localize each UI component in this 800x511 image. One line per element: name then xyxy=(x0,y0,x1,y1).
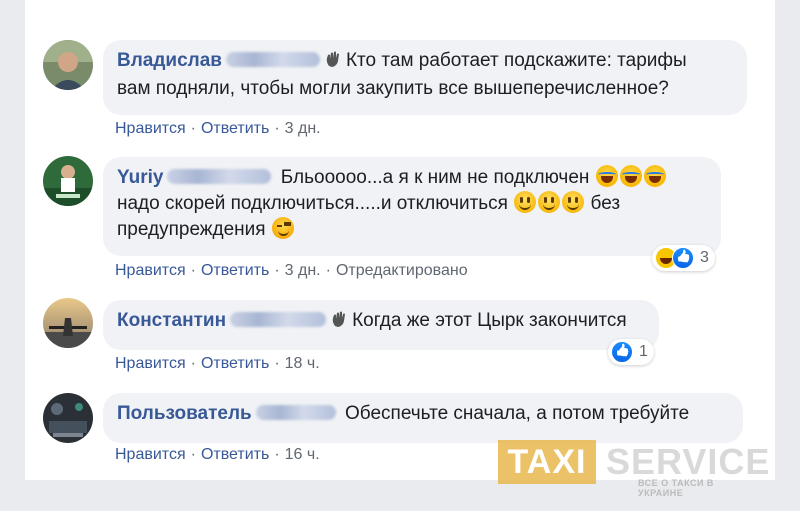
timestamp[interactable]: 3 дн. xyxy=(285,262,321,279)
author-name[interactable]: Владислав xyxy=(117,50,222,71)
avatar[interactable] xyxy=(43,156,93,206)
comment-actions: Нравится · Ответить · 3 дн. · Отредактировано xyxy=(115,261,468,281)
timestamp[interactable]: 16 ч. xyxy=(285,446,320,463)
like-link[interactable]: Нравится xyxy=(115,355,186,372)
reply-link[interactable]: Ответить xyxy=(201,446,269,463)
watermark-taxi-logo: TAXI xyxy=(498,440,596,484)
watermark-tagline: ВСЕ О ТАКСИ В УКРАИНЕ xyxy=(638,478,714,498)
avatar[interactable] xyxy=(43,393,93,443)
laughing-emoji-icon xyxy=(643,165,666,187)
avatar[interactable] xyxy=(43,298,93,348)
blurred-surname xyxy=(167,169,272,184)
comment-bubble: Пользователь Обеспечьте сначала, а потом… xyxy=(103,393,743,443)
blurred-surname xyxy=(225,52,320,67)
smiley-emoji-icon xyxy=(514,191,537,213)
laughing-emoji-icon xyxy=(595,165,618,187)
avatar[interactable] xyxy=(43,40,93,90)
comment-actions: Нравится · Ответить · 18 ч. xyxy=(115,354,320,374)
edited-label[interactable]: Отредактировано xyxy=(336,262,468,279)
wave-icon xyxy=(324,50,342,76)
timestamp[interactable]: 18 ч. xyxy=(285,355,320,372)
reply-link[interactable]: Ответить xyxy=(201,262,269,279)
author-name[interactable]: Пользователь xyxy=(117,403,252,424)
separator: · xyxy=(274,355,280,372)
separator: · xyxy=(190,446,196,463)
reply-link[interactable]: Ответить xyxy=(201,120,269,137)
comment-text: без xyxy=(590,193,621,214)
comment-text: предупреждения xyxy=(117,219,266,240)
separator: · xyxy=(274,446,280,463)
comments-panel: Владислав Кто там работает подскажите: та… xyxy=(25,0,775,480)
comment-actions: Нравится · Ответить · 16 ч. xyxy=(115,445,320,465)
reactions-badge[interactable]: 1 xyxy=(608,339,654,365)
comment-bubble: Yuriy Бльооооо...а я к ним не подключен … xyxy=(103,157,721,256)
wave-icon xyxy=(330,310,348,336)
timestamp[interactable]: 3 дн. xyxy=(285,120,321,137)
separator: · xyxy=(325,262,331,279)
laughing-emoji-icon xyxy=(619,165,642,187)
like-reaction-icon xyxy=(611,341,633,363)
like-reaction-icon xyxy=(672,247,694,269)
reaction-count: 3 xyxy=(700,249,709,266)
blurred-surname xyxy=(230,312,327,327)
separator: · xyxy=(274,120,280,137)
comment-actions: Нравится · Ответить · 3 дн. xyxy=(115,119,321,139)
comment-text: Обеспечьте сначала, а потом требуйте xyxy=(345,403,690,424)
like-link[interactable]: Нравится xyxy=(115,120,186,137)
reply-link[interactable]: Ответить xyxy=(201,355,269,372)
reactions-badge[interactable]: 3 xyxy=(652,245,715,271)
watermark-service-text: SERVICE xyxy=(606,441,771,482)
comment-text: надо скорей подключиться.....и отключить… xyxy=(117,193,508,214)
author-name[interactable]: Yuriy xyxy=(117,167,163,188)
smiley-emoji-icon xyxy=(562,191,585,213)
comment-bubble: Константин Когда же этот Цырк закончится xyxy=(103,300,659,350)
like-link[interactable]: Нравится xyxy=(115,262,186,279)
smiley-emoji-icon xyxy=(538,191,561,213)
taxi-service-watermark: TAXI SERVICE ВСЕ О ТАКСИ В УКРАИНЕ xyxy=(498,440,769,498)
comment-text: Кто там работает подскажите: тарифы xyxy=(345,50,687,71)
separator: · xyxy=(190,355,196,372)
comment-bubble: Владислав Кто там работает подскажите: та… xyxy=(103,40,747,115)
separator: · xyxy=(190,120,196,137)
blurred-surname xyxy=(255,405,336,420)
like-link[interactable]: Нравится xyxy=(115,446,186,463)
separator: · xyxy=(274,262,280,279)
comment-text: Когда же этот Цырк закончится xyxy=(352,310,627,331)
author-name[interactable]: Константин xyxy=(117,310,226,331)
separator: · xyxy=(190,262,196,279)
wink-emoji-icon xyxy=(271,217,294,239)
reaction-count: 1 xyxy=(639,343,648,360)
comment-text: Бльооооо...а я к ним не подключен xyxy=(280,167,590,188)
comment-text: вам подняли, чтобы могли закупить все вы… xyxy=(117,78,669,99)
